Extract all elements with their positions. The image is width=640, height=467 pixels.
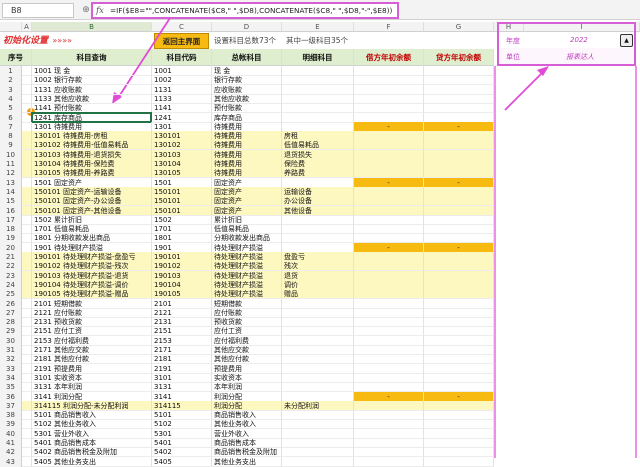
table-cell[interactable] (282, 456, 354, 467)
row-header[interactable]: 43 (0, 456, 22, 467)
table-cell[interactable]: 5405 其他业务支出 (32, 456, 152, 467)
table-cell[interactable]: 其他业务支出 (212, 456, 282, 467)
table-cell[interactable]: 5405 (152, 456, 212, 467)
arrow-head-panel (537, 66, 549, 76)
arrow-line-panel (504, 69, 546, 111)
balance-cell[interactable] (424, 456, 494, 467)
seq-cell[interactable] (22, 456, 32, 467)
balance-cell[interactable] (354, 456, 424, 467)
